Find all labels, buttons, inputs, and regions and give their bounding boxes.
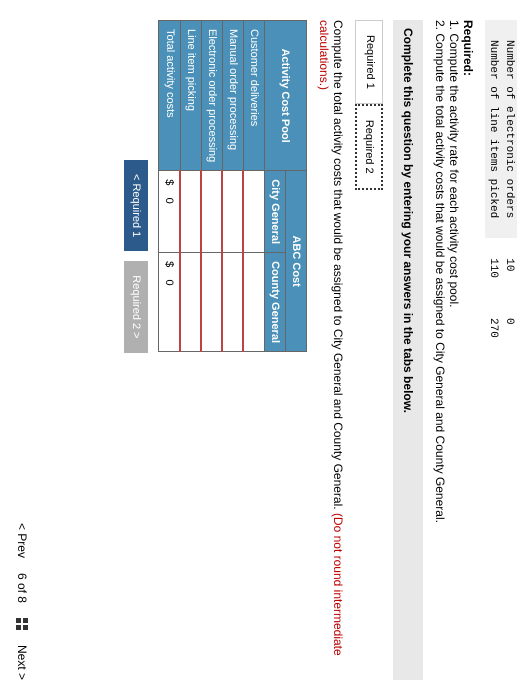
input-cell[interactable]	[244, 253, 265, 352]
data-value: 10	[501, 238, 517, 298]
tab-required-2[interactable]: Required 2	[355, 104, 383, 190]
required-item: 1. Compute the activity rate for each ac…	[447, 20, 461, 680]
input-cell[interactable]	[223, 253, 244, 352]
nav-buttons: < Required 1 Required 2 >	[125, 160, 149, 680]
header-city: City General	[265, 171, 286, 253]
instruction-bar: Complete this question by entering your …	[393, 20, 423, 680]
total-city: $ 0	[159, 171, 181, 253]
header-pool: Activity Cost Pool	[265, 21, 307, 171]
abc-cost-table: Activity Cost Pool ABC Cost City General…	[159, 20, 308, 352]
required-section: Required: 1. Compute the activity rate f…	[433, 20, 475, 680]
top-data-table: Number of electronic orders 10 0 Number …	[485, 20, 517, 358]
question-main: Compute the total activity costs that wo…	[331, 20, 345, 513]
row-manual-order: Manual order processing	[223, 21, 244, 171]
data-label: Number of electronic orders	[501, 20, 517, 238]
footer-next[interactable]: Next >	[15, 645, 29, 680]
row-customer-deliveries: Customer deliveries	[244, 21, 265, 171]
required-item: 2. Compute the total activity costs that…	[433, 20, 447, 680]
tab-required-1[interactable]: Required 1	[355, 20, 383, 104]
footer-position: 6 of 8	[15, 573, 29, 603]
input-cell[interactable]	[181, 253, 202, 352]
input-cell[interactable]	[223, 171, 244, 253]
tab-container: Required 1 Required 2	[355, 20, 383, 680]
next-required-button[interactable]: Required 2 >	[125, 261, 149, 352]
input-cell[interactable]	[181, 171, 202, 253]
required-heading: Required:	[461, 20, 475, 680]
row-total: Total activity costs	[159, 21, 181, 171]
prev-required-button[interactable]: < Required 1	[125, 160, 149, 251]
input-cell[interactable]	[202, 253, 223, 352]
row-line-item: Line item picking	[181, 21, 202, 171]
data-value: 270	[485, 298, 501, 358]
data-label: Number of line items picked	[485, 20, 501, 238]
data-value: 110	[485, 238, 501, 298]
footer-prev[interactable]: < Prev	[15, 523, 29, 558]
input-cell[interactable]	[202, 171, 223, 253]
footer-nav: < Prev 6 of 8 Next >	[15, 523, 29, 680]
input-cell[interactable]	[244, 171, 265, 253]
header-abc: ABC Cost	[286, 171, 307, 352]
grid-icon[interactable]	[16, 618, 28, 630]
total-county: $ 0	[159, 253, 181, 352]
page-container: Number of electronic orders 10 0 Number …	[0, 0, 525, 700]
data-value: 0	[501, 298, 517, 358]
question-text: Compute the total activity costs that wo…	[317, 20, 345, 680]
row-electronic-order: Electronic order processing	[202, 21, 223, 171]
header-county: County General	[265, 253, 286, 352]
